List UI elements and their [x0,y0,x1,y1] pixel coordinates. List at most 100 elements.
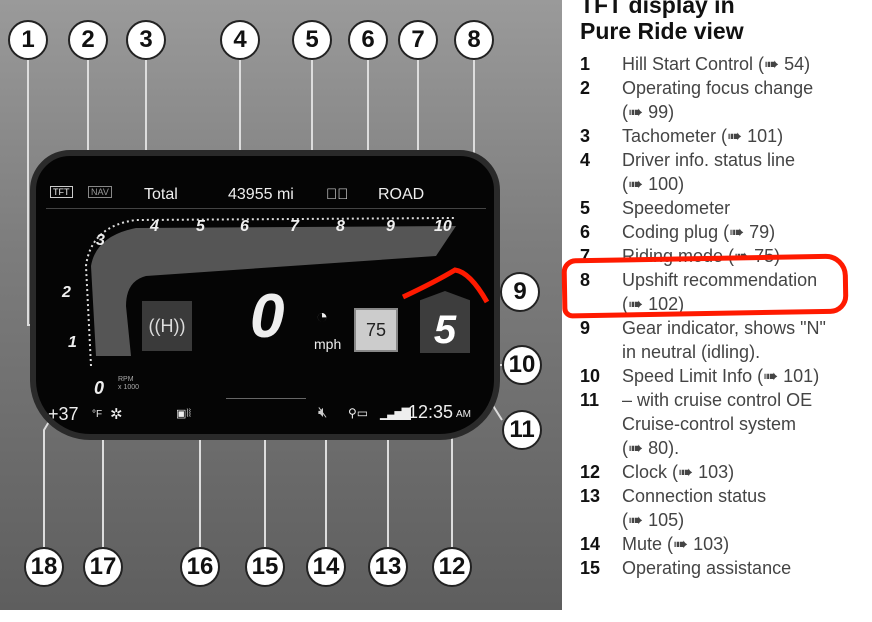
legend-item: 1 Hill Start Control (➠ 54) [580,52,872,76]
highlight-annotation [561,253,849,319]
legend-item-label: Driver info. status line [622,150,796,170]
legend-item: 10 Speed Limit Info (➠ 101) [580,364,872,388]
legend-item: 4 Driver info. status line (➠ 100) [580,148,872,196]
callout-12: 12 [432,547,472,587]
legend-item-number: 12 [580,462,601,482]
operating-assistance-bar [226,398,306,399]
rpm-label: RPM [118,376,134,383]
tacho-tick-1: 1 [68,334,77,351]
legend-item-label: Connection status [622,486,767,506]
legend-item-ref: Cruise-control system [622,414,797,434]
legend-item-ref: in neutral (idling). [622,342,761,362]
tacho-tick-9: 9 [386,218,395,235]
legend-item: 15 Operating assistance [580,556,872,580]
legend-item: 6 Coding plug (➠ 79) [580,220,872,244]
heated-grips-icon: ▣⦚⦚ [176,408,191,420]
legend-item: 12 Clock (➠ 103) [580,460,872,484]
legend-item-label: Operating assistance [622,558,792,578]
clock-suffix: AM [456,409,471,420]
callout-15: 15 [245,547,285,587]
legend-item: 9 Gear indicator, shows "N" in neutral (id… [580,316,872,364]
legend-item-text: Coding plug (➠ 79) [622,220,775,244]
speed-limit-sign: 75 [354,308,398,352]
callout-10: 10 [502,345,542,385]
legend-item-number: 9 [580,318,591,338]
callout-11: 11 [502,410,542,450]
callout-8: 8 [454,20,494,60]
legend-item-number: 10 [580,366,601,386]
callout-18: 18 [24,547,64,587]
legend-item: 11 – with cruise control OE Cruise-control… [580,388,872,460]
legend-item: 3 Tachometer (➠ 101) [580,124,872,148]
legend-item: 5 Speedometer [580,196,872,220]
legend-item-label: Clock (➠ 103) [622,462,735,482]
legend-item-label: Speed Limit Info (➠ 101) [622,366,820,386]
speed-value: 0 [250,282,285,351]
hill-start-control-icon: ((H)) [142,301,192,351]
callout-6: 6 [348,20,388,60]
legend-item-number: 2 [580,78,591,98]
rpm-scale: x 1000 [118,384,140,391]
tacho-tick-2: 2 [62,284,71,301]
rpm-unit: RPM x 1000 [118,376,139,392]
callout-2: 2 [68,20,108,60]
legend-item-label: Tachometer (➠ 101) [622,126,784,146]
clock-time: 12:35 [408,402,454,422]
legend-item-label: – with cruise control OE [622,390,813,410]
legend-item-ref: (➠ 80). [622,438,680,458]
callout-17: 17 [83,547,123,587]
legend-item-number: 15 [580,558,601,578]
tacho-tick-6: 6 [240,218,249,235]
legend-item-number: 11 [580,390,600,410]
legend-item-text: Mute (➠ 103) [622,532,729,556]
temperature: +37 [48,404,79,424]
callout-16: 16 [180,547,220,587]
tacho-tick-3: 3 [96,232,105,249]
legend-item-text: Speedometer [622,196,730,220]
legend-item-number: 1 [580,54,591,74]
legend-title-line2: Pure Ride view [580,18,744,44]
legend-item-label: Speedometer [622,198,731,218]
legend-item-text: Driver info. status line (➠ 100) [622,148,795,196]
legend-item-label: Gear indicator, shows "N" [622,318,826,338]
signal-strength-icon: ▁▃▅▇ [380,406,411,420]
tacho-tick-7: 7 [290,218,299,235]
tacho-tick-4: 4 [150,218,159,235]
tacho-tick-10: 10 [434,218,452,235]
legend-item-text: Clock (➠ 103) [622,460,734,484]
legend-item-number: 5 [580,198,591,218]
phone-battery-icon: ⚲▭ [348,406,369,420]
legend-item-number: 13 [580,486,601,506]
callout-14: 14 [306,547,346,587]
legend-item-ref: (➠ 99) [622,102,675,122]
callout-13: 13 [368,547,408,587]
legend-item-label: Mute (➠ 103) [622,534,730,554]
legend-item-text: – with cruise control OE Cruise-control s… [622,388,812,460]
legend-item-number: 6 [580,222,591,242]
legend-item-text: Connection status (➠ 105) [622,484,766,532]
callout-7: 7 [398,20,438,60]
legend-item-text: Operating assistance [622,556,791,580]
legend-item-text: Speed Limit Info (➠ 101) [622,364,819,388]
legend-item-ref: (➠ 100) [622,174,685,194]
legend-item-text: Operating focus change (➠ 99) [622,76,813,124]
frost-warning-icon: ✲ [110,406,123,423]
callout-5: 5 [292,20,332,60]
legend-item-ref: (➠ 105) [622,510,685,530]
tacho-tick-0: 0 [94,378,105,398]
cruise-control-icon: ◔ [316,306,329,328]
legend-title-line1: TFT display in [580,0,735,18]
callout-4: 4 [220,20,260,60]
legend-item-text: Hill Start Control (➠ 54) [622,52,810,76]
legend-item-number: 14 [580,534,601,554]
legend-item-text: Tachometer (➠ 101) [622,124,783,148]
legend-item-text: Gear indicator, shows "N" in neutral (idl… [622,316,826,364]
upshift-annotation-mark [401,267,490,304]
tacho-tick-8: 8 [336,218,345,235]
legend-item: 13 Connection status (➠ 105) [580,484,872,532]
temp-unit: °F [92,409,103,420]
legend-item-number: 3 [580,126,591,146]
legend-item-label: Coding plug (➠ 79) [622,222,776,242]
legend-item-number: 4 [580,150,591,170]
legend-item-label: Hill Start Control (➠ 54) [622,54,811,74]
